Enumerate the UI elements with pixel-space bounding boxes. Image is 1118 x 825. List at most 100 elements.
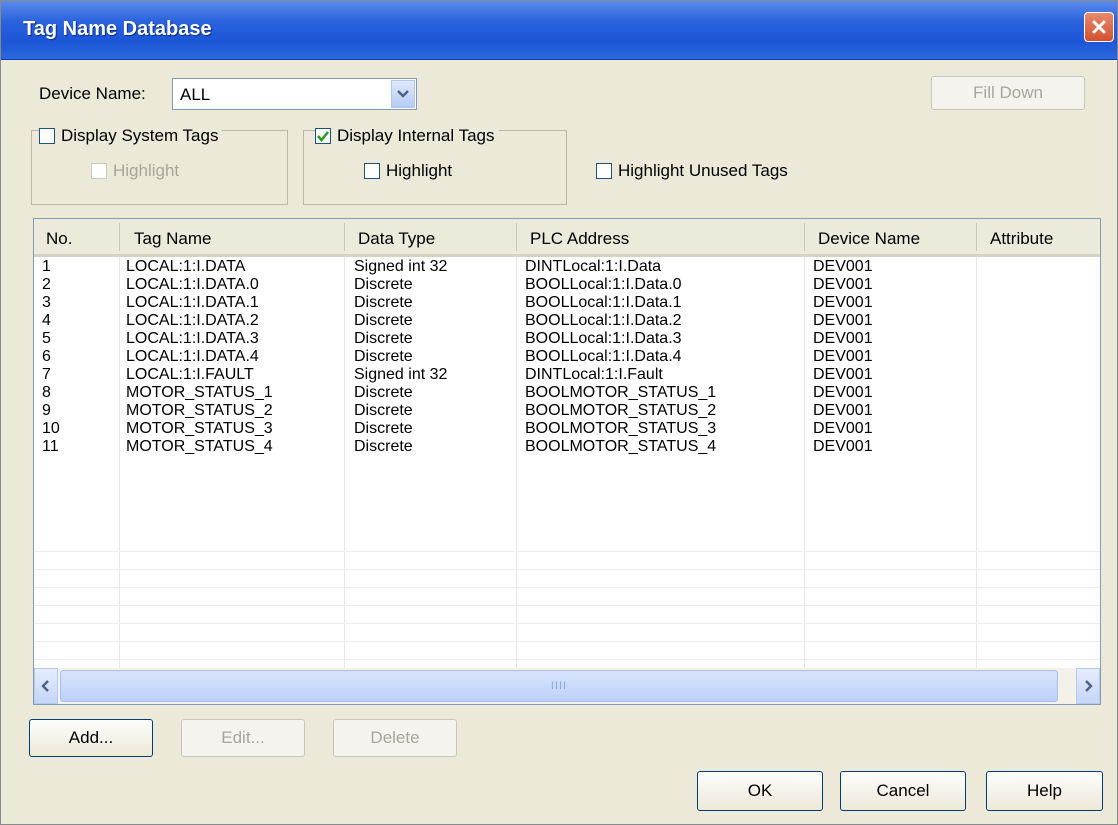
column-header-plc-address[interactable]: PLC Address: [530, 229, 629, 249]
system-highlight-label: Highlight: [113, 161, 180, 180]
cell-tag-name: MOTOR_STATUS_4: [126, 438, 273, 455]
cancel-button[interactable]: Cancel: [840, 771, 966, 811]
column-header-no[interactable]: No.: [46, 229, 72, 249]
cell-device-name: DEV001: [813, 294, 873, 311]
highlight-unused-check[interactable]: [596, 163, 612, 179]
cell-plc-address: BOOLMOTOR_STATUS_3: [525, 420, 717, 437]
cell-data-type: Discrete: [354, 348, 413, 365]
cell-device-name: DEV001: [813, 438, 873, 455]
cell-device-name: DEV001: [813, 402, 873, 419]
display-system-tags-checkbox[interactable]: Display System Tags: [39, 125, 223, 147]
table-row[interactable]: 1 LOCAL:1:I.DATA Signed int 32 DINTLocal…: [34, 258, 1100, 277]
column-header-attribute[interactable]: Attribute: [990, 229, 1053, 249]
cell-no: 6: [42, 348, 51, 365]
cell-tag-name: LOCAL:1:I.FAULT: [126, 366, 254, 383]
device-name-dropdown[interactable]: ALL: [172, 78, 417, 110]
cell-tag-name: MOTOR_STATUS_2: [126, 402, 273, 419]
column-divider[interactable]: [119, 223, 120, 251]
cell-no: 8: [42, 384, 51, 401]
system-tags-check[interactable]: [39, 128, 55, 144]
cell-plc-address: BOOLMOTOR_STATUS_4: [525, 438, 717, 455]
cell-plc-address: DINTLocal:1:I.Fault: [525, 366, 663, 383]
cell-device-name: DEV001: [813, 366, 873, 383]
scroll-right-icon: [1085, 680, 1093, 692]
cell-tag-name: LOCAL:1:I.DATA.4: [126, 348, 259, 365]
cell-no: 11: [42, 438, 59, 455]
column-divider[interactable]: [344, 223, 345, 251]
column-header-tag-name[interactable]: Tag Name: [134, 229, 211, 249]
chevron-down-icon: [397, 90, 409, 98]
grid-line: [34, 659, 1100, 660]
horizontal-scrollbar[interactable]: IIII: [34, 668, 1100, 704]
cell-data-type: Discrete: [354, 276, 413, 293]
column-divider[interactable]: [516, 223, 517, 251]
cell-plc-address: BOOLLocal:1:I.Data.0: [525, 276, 682, 293]
cell-no: 10: [42, 420, 60, 437]
tag-list-table[interactable]: No. Tag Name Data Type PLC Address Devic…: [33, 218, 1101, 705]
cell-tag-name: LOCAL:1:I.DATA.2: [126, 312, 259, 329]
cell-tag-name: LOCAL:1:I.DATA.0: [126, 276, 259, 293]
cell-data-type: Discrete: [354, 402, 413, 419]
cell-plc-address: BOOLLocal:1:I.Data.4: [525, 348, 682, 365]
cell-tag-name: LOCAL:1:I.DATA.3: [126, 330, 259, 347]
cell-plc-address: BOOLLocal:1:I.Data.2: [525, 312, 682, 329]
fill-down-button[interactable]: Fill Down: [931, 76, 1085, 110]
scroll-left-icon: [41, 680, 49, 692]
scroll-right-button[interactable]: [1076, 668, 1100, 704]
table-row[interactable]: 8 MOTOR_STATUS_1 Discrete BOOLMOTOR_STAT…: [34, 384, 1100, 403]
cell-device-name: DEV001: [813, 420, 873, 437]
cell-device-name: DEV001: [813, 312, 873, 329]
device-name-value: ALL: [180, 85, 211, 104]
dropdown-button[interactable]: [391, 80, 415, 108]
table-row[interactable]: 3 LOCAL:1:I.DATA.1 Discrete BOOLLocal:1:…: [34, 294, 1100, 313]
cell-no: 7: [42, 366, 51, 383]
table-row[interactable]: 9 MOTOR_STATUS_2 Discrete BOOLMOTOR_STAT…: [34, 402, 1100, 421]
column-header-data-type[interactable]: Data Type: [358, 229, 435, 249]
cell-plc-address: DINTLocal:1:I.Data: [525, 258, 662, 275]
table-row[interactable]: 6 LOCAL:1:I.DATA.4 Discrete BOOLLocal:1:…: [34, 348, 1100, 367]
table-row[interactable]: 4 LOCAL:1:I.DATA.2 Discrete BOOLLocal:1:…: [34, 312, 1100, 331]
internal-highlight-label: Highlight: [386, 161, 453, 180]
add-button[interactable]: Add...: [29, 719, 153, 757]
highlight-unused-tags-label: Highlight Unused Tags: [618, 161, 788, 180]
cell-plc-address: BOOLMOTOR_STATUS_2: [525, 402, 717, 419]
cell-data-type: Discrete: [354, 330, 413, 347]
system-highlight-check[interactable]: [91, 163, 107, 179]
highlight-unused-tags-checkbox[interactable]: Highlight Unused Tags: [596, 161, 788, 181]
delete-button[interactable]: Delete: [333, 719, 457, 757]
cell-device-name: DEV001: [813, 258, 873, 275]
internal-highlight-check[interactable]: [364, 163, 380, 179]
cell-device-name: DEV001: [813, 384, 873, 401]
cell-no: 5: [42, 330, 51, 347]
cell-data-type: Signed int 32: [354, 366, 448, 383]
scrollbar-thumb[interactable]: IIII: [60, 670, 1058, 702]
table-row[interactable]: 2 LOCAL:1:I.DATA.0 Discrete BOOLLocal:1:…: [34, 276, 1100, 295]
table-row[interactable]: 11 MOTOR_STATUS_4 Discrete BOOLMOTOR_STA…: [34, 438, 1100, 457]
display-system-tags-label: Display System Tags: [61, 126, 219, 145]
table-row[interactable]: 10 MOTOR_STATUS_3 Discrete BOOLMOTOR_STA…: [34, 420, 1100, 439]
cell-tag-name: LOCAL:1:I.DATA: [126, 258, 246, 275]
system-highlight-checkbox[interactable]: Highlight: [91, 161, 179, 181]
table-row[interactable]: 7 LOCAL:1:I.FAULT Signed int 32 DINTLoca…: [34, 366, 1100, 385]
edit-button[interactable]: Edit...: [181, 719, 305, 757]
cell-data-type: Discrete: [354, 294, 413, 311]
scroll-left-button[interactable]: [34, 668, 58, 704]
internal-highlight-checkbox[interactable]: Highlight: [364, 161, 452, 181]
column-divider[interactable]: [804, 223, 805, 251]
column-divider[interactable]: [976, 223, 977, 251]
internal-tags-check[interactable]: [315, 128, 331, 144]
column-header-device-name[interactable]: Device Name: [818, 229, 920, 249]
window-title: Tag Name Database: [23, 18, 212, 40]
device-name-label: Device Name:: [39, 84, 146, 103]
help-button[interactable]: Help: [986, 771, 1103, 811]
cell-device-name: DEV001: [813, 276, 873, 293]
cell-device-name: DEV001: [813, 330, 873, 347]
grid-line: [34, 605, 1100, 606]
scrollbar-grip: IIII: [550, 680, 568, 692]
ok-button[interactable]: OK: [697, 771, 823, 811]
table-row[interactable]: 5 LOCAL:1:I.DATA.3 Discrete BOOLLocal:1:…: [34, 330, 1100, 349]
title-bar[interactable]: Tag Name Database: [1, 1, 1117, 60]
cell-tag-name: LOCAL:1:I.DATA.1: [126, 294, 259, 311]
display-internal-tags-checkbox[interactable]: Display Internal Tags: [315, 125, 499, 147]
close-button[interactable]: [1084, 12, 1114, 42]
